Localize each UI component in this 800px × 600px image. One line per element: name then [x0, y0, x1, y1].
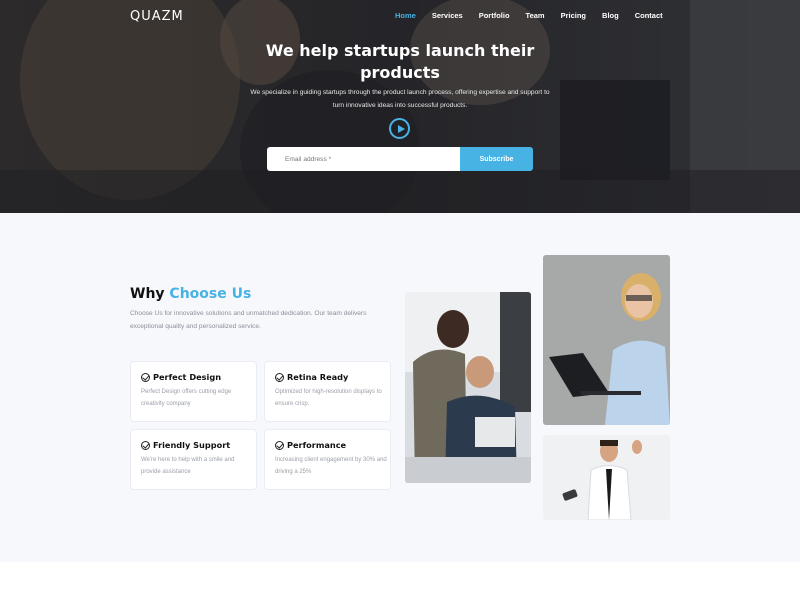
feature-title: Performance	[287, 440, 347, 450]
brand-logo[interactable]: QUAZM	[130, 9, 184, 24]
feature-card-header: Friendly Support	[141, 440, 230, 450]
man-phone-photo	[543, 435, 670, 520]
nav-services[interactable]: Services	[432, 11, 463, 20]
feature-text: Optimized for high-resolution displays t…	[275, 389, 382, 407]
check-circle-icon	[141, 440, 150, 450]
nav-blog[interactable]: Blog	[602, 11, 619, 20]
feature-text: We're here to help with a smile and prov…	[141, 457, 235, 475]
team-meeting-photo	[405, 292, 531, 483]
feature-card-perfect-design: Perfect Design Perfect Design offers cut…	[130, 361, 257, 422]
nav-home[interactable]: Home	[395, 11, 416, 20]
nav-contact[interactable]: Contact	[635, 11, 663, 20]
why-choose-us-section: Why Choose Us Choose Us for innovative s…	[0, 213, 800, 562]
feature-text: Perfect Design offers cutting edge creat…	[141, 389, 232, 407]
email-input[interactable]	[267, 147, 460, 171]
feature-title: Retina Ready	[287, 372, 349, 382]
play-circle-icon[interactable]	[389, 118, 410, 139]
why-description: Choose Us for innovative solutions and u…	[130, 310, 367, 330]
feature-card-header: Performance	[275, 440, 346, 450]
subscribe-form: Subscribe	[267, 147, 533, 171]
hero-title-line2: products	[360, 63, 440, 82]
hero-title: We help startups launch their products	[0, 40, 800, 84]
feature-title: Friendly Support	[153, 440, 231, 450]
top-navigation: QUAZM Home Services Portfolio Team Prici…	[0, 0, 800, 32]
feature-title: Perfect Design	[153, 372, 222, 382]
feature-card-header: Perfect Design	[141, 372, 221, 382]
why-title-accent: Choose Us	[169, 286, 252, 302]
feature-card-retina-ready: Retina Ready Optimized for high-resoluti…	[264, 361, 391, 422]
main-menu: Home Services Portfolio Team Pricing Blo…	[395, 11, 679, 20]
check-circle-icon	[275, 372, 284, 382]
hero-subtitle: We specialize in guiding startups throug…	[250, 89, 550, 109]
feature-text: Increasing client engagement by 30% and …	[275, 457, 387, 475]
nav-portfolio[interactable]: Portfolio	[479, 11, 510, 20]
check-circle-icon	[141, 372, 150, 382]
why-title-prefix: Why	[130, 286, 170, 302]
feature-card-header: Retina Ready	[275, 372, 348, 382]
hero-title-line1: We help startups launch their	[265, 41, 535, 60]
check-circle-icon	[275, 440, 284, 450]
why-title: Why Choose Us	[130, 286, 251, 302]
feature-card-friendly-support: Friendly Support We're here to help with…	[130, 429, 257, 490]
woman-laptop-photo	[543, 255, 670, 425]
feature-card-performance: Performance Increasing client engagement…	[264, 429, 391, 490]
page-footer-spacer	[0, 562, 800, 600]
nav-team[interactable]: Team	[526, 11, 545, 20]
subscribe-button[interactable]: Subscribe	[460, 147, 533, 171]
hero-section: QUAZM Home Services Portfolio Team Prici…	[0, 0, 800, 213]
nav-pricing[interactable]: Pricing	[561, 11, 586, 20]
